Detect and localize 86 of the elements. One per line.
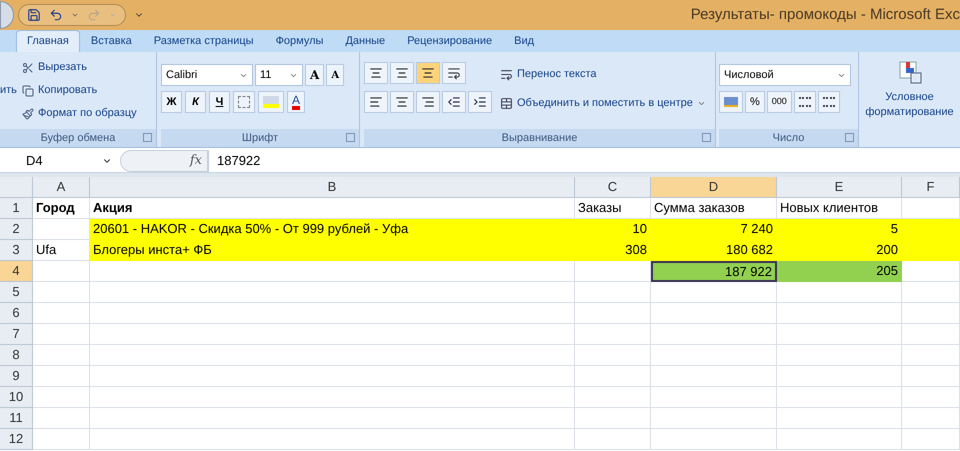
table-cell[interactable]: 200 (777, 240, 902, 261)
align-bottom-icon[interactable] (416, 62, 440, 84)
row-header[interactable]: 9 (0, 366, 33, 387)
dialog-launcher-icon[interactable] (845, 133, 854, 142)
row-header[interactable]: 6 (0, 303, 33, 324)
ribbon-tab[interactable]: Данные (334, 30, 396, 52)
font-style-button[interactable]: К (185, 91, 206, 113)
row-header[interactable]: 4 (0, 261, 33, 282)
column-header[interactable]: D (651, 177, 777, 197)
column-header[interactable]: B (90, 177, 575, 197)
clipboard-action[interactable]: Формат по образцу (22, 103, 137, 124)
column-header[interactable]: E (777, 177, 902, 197)
fill-color-icon[interactable] (258, 91, 284, 113)
grow-font-button[interactable]: A (305, 64, 324, 86)
decrease-indent-icon[interactable] (442, 91, 466, 113)
conditional-formatting-icon[interactable] (898, 60, 922, 84)
group-label: Выравнивание (502, 130, 578, 146)
row-header[interactable]: 1 (0, 198, 33, 219)
row-header[interactable]: 2 (0, 219, 33, 240)
merge-center-button[interactable]: Объединить и поместить в центре (500, 93, 706, 113)
align-left-icon[interactable] (364, 91, 388, 113)
column-header[interactable]: A (33, 177, 90, 197)
table-cell[interactable]: 187 922 (651, 261, 777, 282)
font-name-field[interactable]: Calibri (161, 64, 253, 86)
dialog-launcher-icon[interactable] (346, 133, 355, 142)
align-center-icon[interactable] (390, 91, 414, 113)
row-header[interactable]: 10 (0, 387, 33, 408)
table-cell[interactable]: 7 240 (651, 219, 777, 240)
currency-icon[interactable] (719, 91, 743, 113)
table-cell[interactable]: 20601 - HAKOR - Скидка 50% - От 999 рублей - Уфа (90, 219, 575, 240)
row-header[interactable]: 11 (0, 408, 33, 429)
ribbon-tab[interactable]: Разметка страницы (142, 30, 265, 52)
ribbon-tab[interactable]: Главная (16, 30, 80, 52)
table-cell[interactable]: 180 682 (651, 240, 777, 261)
table-cell[interactable]: 5 (777, 219, 902, 240)
table-cell[interactable]: 10 (575, 219, 651, 240)
group-label: Шрифт (242, 130, 278, 146)
table-cell[interactable]: 308 (575, 240, 651, 261)
name-box[interactable]: D4 (0, 150, 120, 172)
merge-cells-icon (500, 96, 513, 110)
align-top-icon[interactable] (364, 62, 388, 84)
table-cell[interactable]: 205 (777, 261, 902, 282)
number-format-field[interactable]: Числовой (719, 64, 851, 86)
formula-field[interactable]: 187922 (208, 150, 960, 172)
dialog-launcher-icon[interactable] (143, 133, 152, 142)
group-label: Число (772, 130, 804, 146)
column-header[interactable]: F (902, 177, 960, 197)
align-right-icon[interactable] (416, 91, 440, 113)
row-header[interactable]: 12 (0, 429, 33, 450)
table-cell[interactable]: Блогеры инста+ ФБ (90, 240, 575, 261)
dialog-launcher-icon[interactable] (702, 133, 711, 142)
percent-button[interactable]: % (745, 91, 765, 113)
clipboard-action[interactable]: Копировать (22, 80, 137, 101)
paste-label[interactable]: ить (0, 82, 17, 99)
ribbon-tab[interactable]: Рецензирование (396, 30, 504, 52)
row-header[interactable]: 7 (0, 324, 33, 345)
font-size-field[interactable]: 11 (255, 64, 303, 86)
scissors-icon (22, 62, 34, 74)
font-style-button[interactable]: Ж (161, 91, 182, 113)
row-header[interactable]: 8 (0, 345, 33, 366)
brush-icon (22, 108, 34, 120)
undo-icon[interactable] (49, 8, 63, 22)
wrap-text-icon (500, 68, 513, 80)
conditional-formatting-button[interactable]: Условное форматирование (862, 90, 958, 120)
font-style-button[interactable]: Ч (209, 91, 230, 113)
clipboard-action[interactable]: Вырезать (22, 57, 137, 78)
save-icon[interactable] (27, 8, 41, 22)
row-header[interactable]: 3 (0, 240, 33, 261)
ribbon-tab[interactable]: Вид (503, 30, 546, 52)
increase-indent-icon[interactable] (468, 91, 492, 113)
align-middle-icon[interactable] (390, 62, 414, 84)
font-color-button[interactable]: A (287, 91, 306, 113)
row-header[interactable]: 5 (0, 282, 33, 303)
ribbon-tab[interactable]: Вставка (80, 30, 143, 52)
office-button[interactable] (0, 1, 14, 29)
shrink-font-button[interactable]: A (326, 64, 344, 86)
ribbon-tab[interactable]: Формулы (264, 30, 334, 52)
borders-icon[interactable] (233, 91, 255, 113)
group-label: Буфер обмена (40, 130, 116, 146)
copy-icon (22, 84, 34, 96)
table-cell[interactable]: Город (33, 198, 90, 219)
thousands-button[interactable]: 000 (766, 91, 792, 113)
function-label[interactable]: fx (190, 150, 202, 170)
window-title: Результаты- промокоды - Microsoft Exc (690, 4, 960, 25)
redo-icon[interactable] (87, 8, 101, 22)
wrap-text-button[interactable]: Перенос текста (500, 64, 597, 84)
